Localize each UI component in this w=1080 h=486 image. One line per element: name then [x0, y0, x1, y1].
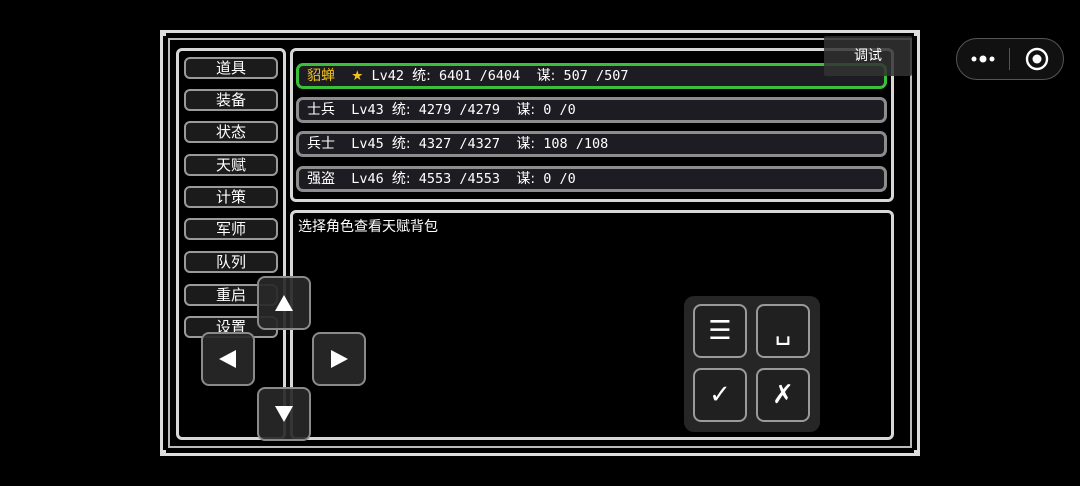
dpad-up-button[interactable]: [257, 276, 311, 330]
space-icon: ␣: [774, 316, 792, 346]
unit-name: 兵士: [307, 136, 335, 152]
frame-corner: [914, 30, 920, 36]
mou-label: 谋:: [516, 171, 536, 187]
mou-value: 0 /0: [543, 171, 576, 187]
menu-item-advisor[interactable]: 军师: [184, 218, 278, 240]
menu-item-queue[interactable]: 队列: [184, 251, 278, 273]
more-icon[interactable]: [968, 47, 998, 71]
unit-row[interactable]: 强盗 Lv46 统: 4553 /4553 谋: 0 /0: [296, 166, 887, 192]
unit-row-selected[interactable]: 貂蝉 ★ Lv42 统: 6401 /6404 谋: 507 /507: [296, 63, 887, 89]
tong-label: 统:: [391, 136, 411, 152]
mou-value: 0 /0: [543, 102, 576, 118]
frame-corner: [160, 30, 166, 36]
description-text: 选择角色查看天赋背包: [298, 219, 438, 235]
menu-item-strategy[interactable]: 计策: [184, 186, 278, 208]
left-arrow-icon: [219, 350, 236, 368]
unit-name: 强盗: [307, 171, 335, 187]
cancel-button[interactable]: ✗: [756, 368, 810, 422]
tong-value: 6401 /6404: [439, 68, 521, 84]
check-icon: ✓: [709, 380, 731, 410]
frame-corner: [160, 450, 166, 456]
dpad-down-button[interactable]: [257, 387, 311, 441]
unit-row[interactable]: 兵士 Lv45 统: 4327 /4327 谋: 108 /108: [296, 131, 887, 157]
unit-name: 士兵: [307, 102, 335, 118]
tong-value: 4553 /4553: [418, 171, 501, 187]
up-arrow-icon: [275, 295, 293, 311]
tong-value: 4279 /4279: [418, 102, 501, 118]
mou-label: 谋:: [516, 136, 536, 152]
tong-label: 统:: [391, 171, 411, 187]
capsule-divider: [1009, 48, 1010, 70]
unit-level: Lv42: [371, 68, 405, 84]
menu-lines-icon: ☰: [708, 316, 732, 346]
menu-item-talent[interactable]: 天赋: [184, 154, 278, 176]
tong-label: 统:: [412, 68, 431, 84]
cross-icon: ✗: [772, 380, 794, 410]
unit-level: Lv46: [351, 171, 384, 187]
unit-row[interactable]: 士兵 Lv43 统: 4279 /4279 谋: 0 /0: [296, 97, 887, 123]
mou-value: 507 /507: [563, 68, 629, 84]
confirm-button[interactable]: ✓: [693, 368, 747, 422]
dpad-left-button[interactable]: [201, 332, 255, 386]
unit-level: Lv43: [351, 102, 384, 118]
menu-item-items[interactable]: 道具: [184, 57, 278, 79]
tong-label: 统:: [391, 102, 411, 118]
mou-label: 谋:: [536, 68, 556, 84]
mou-value: 108 /108: [543, 136, 609, 152]
unit-name: 貂蝉: [307, 68, 335, 84]
debug-button[interactable]: 调试: [824, 36, 912, 76]
menu-item-status[interactable]: 状态: [184, 121, 278, 143]
unit-level: Lv45: [351, 136, 384, 152]
close-target-icon[interactable]: [1024, 46, 1050, 72]
star-icon: ★: [351, 68, 364, 84]
dpad-right-button[interactable]: [312, 332, 366, 386]
down-arrow-icon: [275, 406, 293, 422]
space-action-button[interactable]: ␣: [756, 304, 810, 358]
menu-action-button[interactable]: ☰: [693, 304, 747, 358]
mou-label: 谋:: [516, 102, 536, 118]
right-arrow-icon: [331, 350, 348, 368]
tong-value: 4327 /4327: [418, 136, 501, 152]
frame-corner: [914, 450, 920, 456]
menu-item-equipment[interactable]: 装备: [184, 89, 278, 111]
